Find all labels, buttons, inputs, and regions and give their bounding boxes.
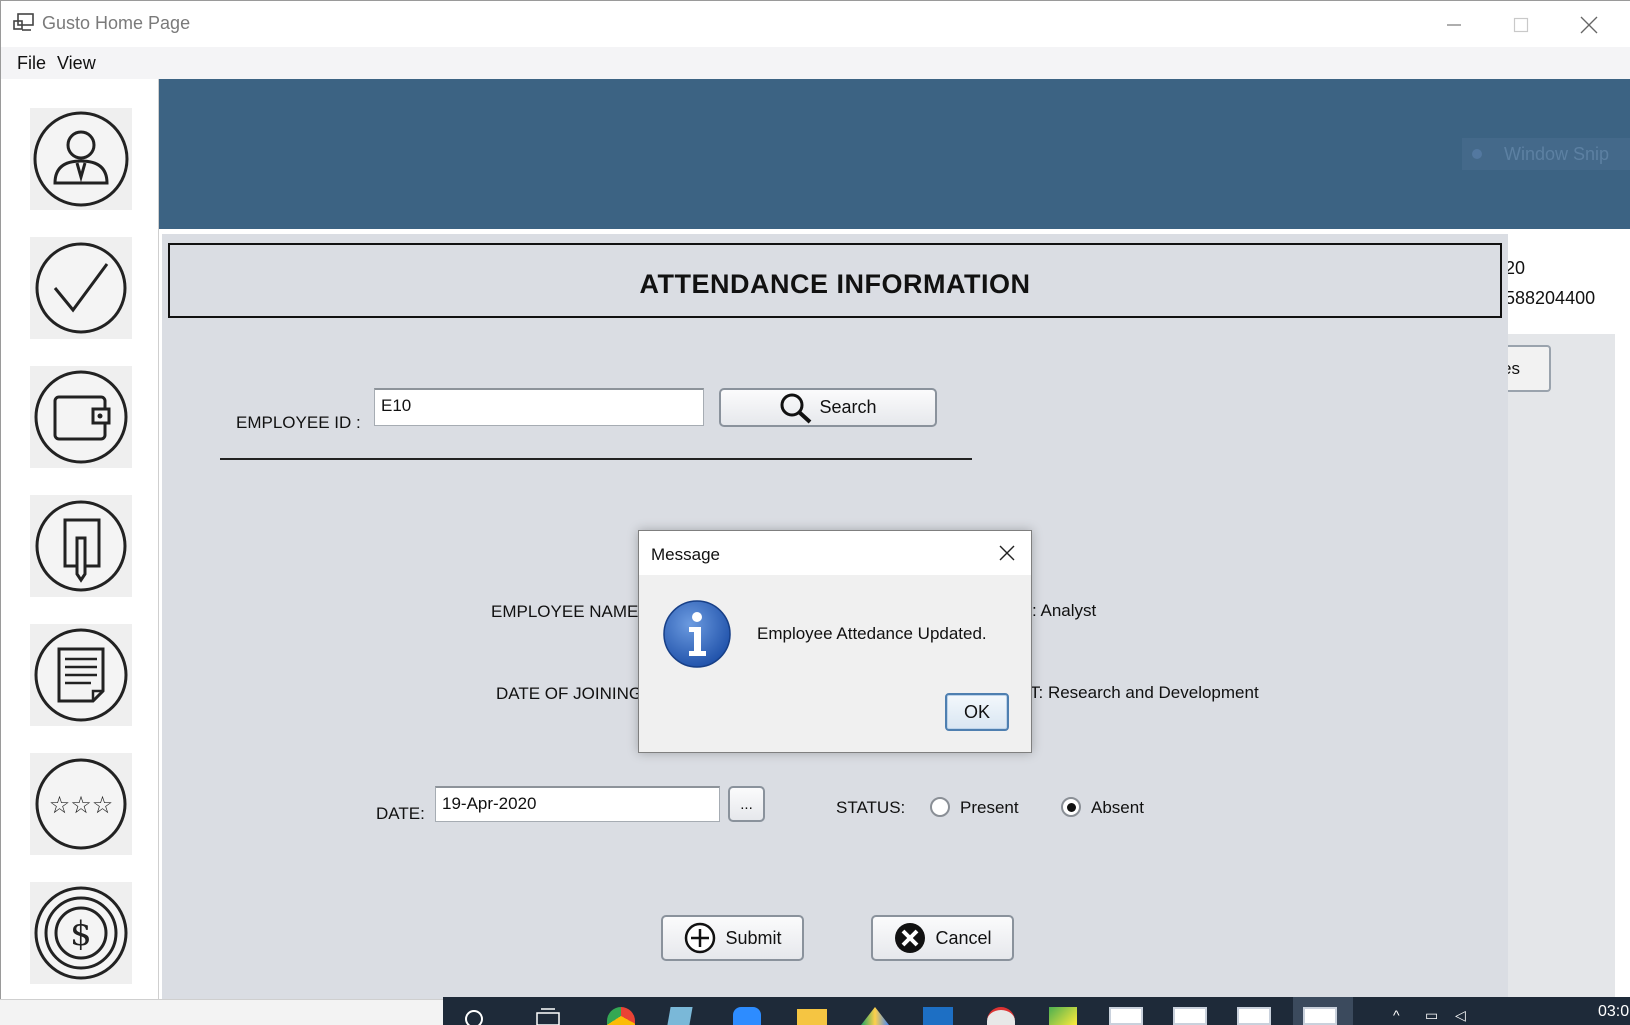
sidebar-item-edit[interactable]: [30, 495, 132, 597]
menu-bar: File View: [0, 47, 1630, 79]
submit-button[interactable]: Submit: [661, 915, 804, 961]
tray-chevron-icon[interactable]: ^: [1393, 1007, 1400, 1023]
window-titlebar: Gusto Home Page: [0, 0, 1630, 47]
search-icon: [780, 393, 812, 423]
search-button[interactable]: Search: [719, 388, 937, 427]
sidebar-item-notes[interactable]: [30, 624, 132, 726]
background-panel: [1500, 334, 1630, 999]
java-window-icon[interactable]: [1173, 1007, 1207, 1025]
form-title-box: ATTENDANCE INFORMATION: [168, 243, 1502, 318]
date-label: DATE:: [376, 804, 425, 823]
sidebar-item-salary[interactable]: $: [30, 882, 132, 984]
cancel-button-label: Cancel: [935, 927, 992, 948]
mail-icon[interactable]: [923, 1007, 953, 1025]
employee-name-label: EMPLOYEE NAME: [491, 602, 639, 621]
submit-button-label: Submit: [725, 927, 782, 948]
sidebar-item-attendance[interactable]: [30, 237, 132, 339]
taskbar-search-area[interactable]: [0, 999, 443, 1025]
status-absent-radio[interactable]: [1061, 797, 1081, 817]
app-icon[interactable]: [1049, 1007, 1077, 1025]
status-absent-label[interactable]: Absent: [1091, 798, 1144, 818]
sidebar-item-rating[interactable]: ☆☆☆: [30, 753, 132, 855]
record-dot-icon: [1472, 149, 1482, 159]
sidebar: ☆☆☆ $: [0, 79, 159, 999]
notes-icon: [34, 628, 128, 722]
date-picker-button[interactable]: ...: [728, 786, 765, 822]
date-of-joining-label: DATE OF JOINING: [496, 684, 643, 703]
paint-icon[interactable]: [987, 1007, 1015, 1025]
zoom-icon[interactable]: [733, 1007, 761, 1025]
svg-text:$: $: [70, 914, 92, 954]
info-icon: [663, 600, 731, 668]
window-title: Gusto Home Page: [42, 13, 191, 33]
background-text: 588204400: [1505, 288, 1596, 308]
status-label: STATUS:: [836, 798, 906, 817]
minimize-icon: [1447, 23, 1461, 26]
minimize-button[interactable]: [1421, 1, 1487, 48]
java-window-icon[interactable]: [1237, 1007, 1271, 1025]
sidebar-item-wallet[interactable]: [30, 366, 132, 468]
plus-circle-icon: [685, 922, 716, 954]
cancel-button[interactable]: Cancel: [871, 915, 1014, 961]
page-title: ATTENDANCE INFORMATION: [639, 269, 1031, 299]
dollar-icon: $: [34, 886, 128, 980]
message-dialog: Message Employee Attedance Updated. OK: [638, 530, 1032, 753]
taskbar: ^ ▭ ◁: [443, 997, 1630, 1025]
java-window-icon[interactable]: [1109, 1007, 1143, 1025]
dialog-close-button[interactable]: [983, 531, 1031, 575]
employee-icon: [33, 111, 129, 207]
search-icon[interactable]: [463, 1007, 487, 1025]
maximize-icon: [1513, 17, 1529, 32]
background-edge: [1615, 229, 1630, 999]
drive-icon[interactable]: [861, 1007, 889, 1025]
close-icon: [1580, 16, 1598, 33]
edit-document-icon: [35, 500, 127, 592]
background-text: 20: [1505, 258, 1526, 278]
window-snip-label: Window Snip: [1504, 143, 1610, 164]
search-button-label: Search: [819, 397, 877, 417]
dialog-message: Employee Attedance Updated.: [757, 624, 987, 643]
clock[interactable]: 03:0: [1598, 1003, 1629, 1021]
task-view-icon[interactable]: [535, 1007, 561, 1025]
department-value: T: Research and Development: [1030, 683, 1259, 702]
status-present-label[interactable]: Present: [960, 798, 1019, 818]
menu-view[interactable]: View: [57, 53, 96, 74]
folder-icon[interactable]: [797, 1009, 827, 1025]
window-snip-overlay: Window Snip: [1462, 138, 1630, 170]
close-window-button[interactable]: [1556, 1, 1622, 48]
checkmark-icon: [35, 242, 127, 334]
designation-value: : Analyst: [1032, 601, 1097, 620]
employee-id-input[interactable]: E10: [374, 388, 704, 426]
menu-file[interactable]: File: [17, 53, 46, 74]
dialog-titlebar: Message: [639, 531, 1031, 575]
java-window-icon[interactable]: [1303, 1007, 1337, 1025]
rating-stars-icon: ☆☆☆: [35, 758, 127, 850]
volume-icon[interactable]: ◁: [1455, 1007, 1466, 1024]
divider: [220, 458, 972, 460]
wallet-icon: [34, 370, 128, 464]
close-icon: [999, 545, 1015, 561]
chrome-icon[interactable]: [607, 1007, 635, 1025]
dialog-title: Message: [651, 545, 720, 564]
svg-text:☆☆☆: ☆☆☆: [49, 791, 114, 819]
app-icon: [13, 13, 34, 31]
cancel-x-icon: [895, 923, 926, 953]
date-input[interactable]: 19-Apr-2020: [435, 786, 720, 822]
network-icon[interactable]: ▭: [1425, 1007, 1438, 1024]
employee-id-label: EMPLOYEE ID :: [236, 413, 361, 432]
header-banner: [159, 79, 1630, 229]
background-info-area: [1500, 229, 1630, 334]
status-present-radio[interactable]: [930, 797, 950, 817]
ok-button[interactable]: OK: [945, 693, 1009, 731]
maximize-button[interactable]: [1488, 1, 1554, 48]
notepad-icon[interactable]: [667, 1007, 693, 1025]
sidebar-item-employee[interactable]: [30, 108, 132, 210]
